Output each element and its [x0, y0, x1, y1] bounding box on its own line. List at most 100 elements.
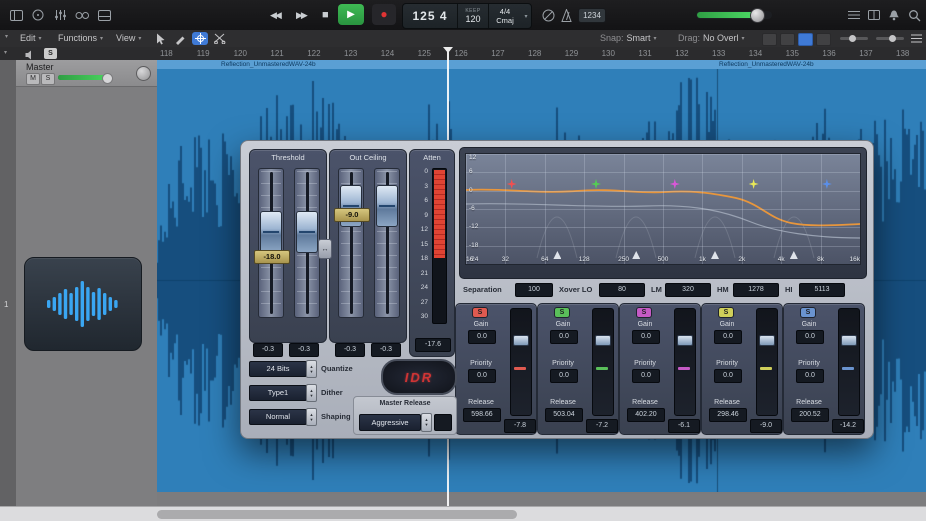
hi-value[interactable]: 5113: [799, 283, 845, 297]
drag-menu[interactable]: Drag:No Overl▾: [678, 33, 745, 43]
menu-edit[interactable]: Edit▾: [20, 33, 42, 43]
master-volume-slider[interactable]: [696, 11, 772, 19]
priority-value[interactable]: 0.0: [632, 369, 660, 383]
view-option-button[interactable]: [762, 33, 777, 46]
chevron-down-icon[interactable]: ▾: [5, 33, 8, 40]
horizontal-scrollbar[interactable]: [0, 506, 926, 521]
band-fader-cap[interactable]: [677, 335, 693, 346]
band-fader[interactable]: [510, 308, 532, 416]
master-release-spinner[interactable]: ▲▼: [421, 413, 432, 432]
release-value[interactable]: 200.52: [791, 408, 829, 422]
release-value[interactable]: 298.46: [709, 408, 747, 422]
lcd-display[interactable]: 125 4 KEEP 120 4/4 Cmaj ▾: [402, 3, 532, 29]
mixer-icon[interactable]: [52, 8, 68, 22]
gain-value[interactable]: 0.0: [468, 330, 496, 344]
release-value[interactable]: 598.66: [463, 408, 501, 422]
priority-value[interactable]: 0.0: [550, 369, 578, 383]
out-ceiling-value[interactable]: -9.0: [334, 208, 370, 222]
menu-view[interactable]: View▾: [116, 33, 141, 43]
band-fader[interactable]: [592, 308, 614, 416]
search-icon[interactable]: [906, 8, 922, 22]
library-icon[interactable]: [866, 8, 882, 22]
eq-graph[interactable]: 1260-6-12-18-241632641282505001k2k4k8k16…: [465, 153, 861, 265]
band-fader-cap[interactable]: [595, 335, 611, 346]
hm-value[interactable]: 1278: [733, 283, 779, 297]
band-solo-button[interactable]: S: [636, 307, 652, 318]
priority-value[interactable]: 0.0: [714, 369, 742, 383]
band-solo-button[interactable]: S: [472, 307, 488, 318]
out-ceiling-fader-left[interactable]: [338, 168, 364, 318]
menu-functions[interactable]: Functions▾: [58, 33, 103, 43]
help-icon[interactable]: [30, 8, 46, 22]
band-fader[interactable]: [838, 308, 860, 416]
priority-value[interactable]: 0.0: [796, 369, 824, 383]
view-option-button[interactable]: [816, 33, 831, 46]
band-solo-button[interactable]: S: [554, 307, 570, 318]
tuner-icon[interactable]: [540, 8, 556, 22]
chevron-down-icon[interactable]: ▾: [4, 49, 7, 56]
gain-value[interactable]: 0.0: [714, 330, 742, 344]
shaping-spinner[interactable]: ▲▼: [306, 408, 317, 426]
scrollbar-thumb[interactable]: [157, 510, 517, 519]
out-ceiling-fader-right[interactable]: [374, 168, 400, 318]
quantize-spinner[interactable]: ▲▼: [306, 360, 317, 378]
band-solo-button[interactable]: S: [718, 307, 734, 318]
release-value[interactable]: 503.04: [545, 408, 583, 422]
solo-mode-button[interactable]: S: [44, 48, 57, 59]
rewind-button[interactable]: ◀◀: [270, 7, 280, 23]
crosshair-tool-icon[interactable]: [192, 32, 208, 45]
sidebar-toggle-icon[interactable]: [8, 8, 24, 22]
bell-icon[interactable]: [886, 8, 902, 22]
count-in-badge[interactable]: 1234: [578, 8, 606, 23]
master-track-header[interactable]: Master M S: [16, 60, 157, 87]
editors-icon[interactable]: [96, 8, 112, 22]
zoom-horizontal-slider[interactable]: [840, 37, 868, 40]
band-solo-button[interactable]: S: [800, 307, 816, 318]
track-icon[interactable]: [24, 257, 142, 351]
threshold-fader-left[interactable]: [258, 168, 284, 318]
record-button[interactable]: ●: [372, 4, 396, 25]
solo-button[interactable]: S: [41, 73, 55, 85]
view-option-button[interactable]: [780, 33, 795, 46]
lm-value[interactable]: 320: [665, 283, 711, 297]
volume-thumb[interactable]: [102, 73, 113, 84]
snap-menu[interactable]: Snap:Smart▾: [600, 33, 657, 43]
track-volume-slider[interactable]: [58, 75, 108, 80]
pencil-tool-icon[interactable]: [172, 32, 188, 45]
pointer-tool-icon[interactable]: [152, 32, 168, 45]
band-fader-cap[interactable]: [841, 335, 857, 346]
zoom-vertical-slider[interactable]: [876, 37, 904, 40]
zoom-presets-icon[interactable]: [908, 32, 924, 45]
metronome-icon[interactable]: [558, 8, 574, 22]
threshold-fader-right[interactable]: [294, 168, 320, 318]
release-value[interactable]: 402.20: [627, 408, 665, 422]
shaping-dropdown[interactable]: Normal: [249, 409, 307, 425]
band-fader-cap[interactable]: [759, 335, 775, 346]
smart-controls-icon[interactable]: [74, 8, 90, 22]
gain-value[interactable]: 0.0: [632, 330, 660, 344]
dither-dropdown[interactable]: Type1: [249, 385, 307, 401]
scissors-tool-icon[interactable]: [212, 32, 228, 45]
quantize-dropdown[interactable]: 24 Bits: [249, 361, 307, 377]
plugin-window[interactable]: Threshold -18.0 Out Ceiling -9.0 ↔ -0.3 …: [240, 140, 874, 439]
mute-button[interactable]: M: [26, 73, 40, 85]
playhead-marker[interactable]: [443, 47, 453, 53]
band-fader-cap[interactable]: [513, 335, 529, 346]
stereo-link-button[interactable]: ↔: [318, 239, 332, 259]
xover-lo-value[interactable]: 80: [599, 283, 645, 297]
forward-button[interactable]: ▶▶: [296, 7, 306, 23]
priority-value[interactable]: 0.0: [468, 369, 496, 383]
master-release-dropdown[interactable]: Aggressive: [359, 414, 421, 431]
bar-ruler[interactable]: ▾ S 118119120121122123124125126127128129…: [0, 47, 926, 61]
band-fader[interactable]: [756, 308, 778, 416]
list-editors-icon[interactable]: [846, 8, 862, 22]
master-volume-knob[interactable]: [750, 8, 765, 23]
gain-value[interactable]: 0.0: [550, 330, 578, 344]
play-button[interactable]: ▶: [338, 4, 364, 25]
band-fader[interactable]: [674, 308, 696, 416]
chevron-down-icon[interactable]: ▾: [521, 4, 531, 28]
catch-playhead-button[interactable]: [798, 33, 813, 46]
pan-knob[interactable]: [136, 66, 151, 81]
dither-spinner[interactable]: ▲▼: [306, 384, 317, 402]
threshold-value[interactable]: -18.0: [254, 250, 290, 264]
